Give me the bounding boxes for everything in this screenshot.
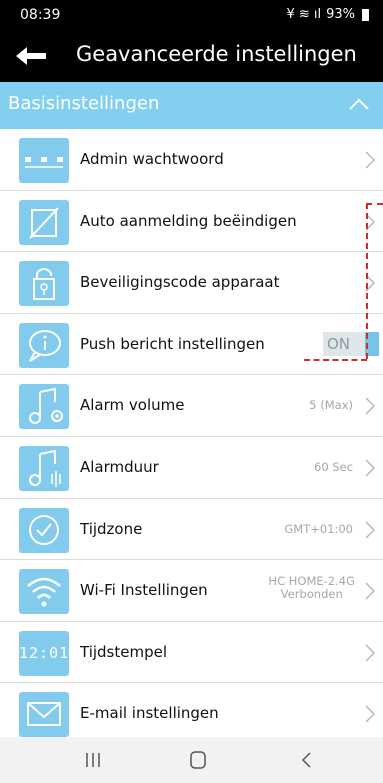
row-label: Admin wachtwoord (80, 150, 224, 168)
digital-clock-icon: 12:01 (19, 630, 70, 676)
auto-login-icon (19, 199, 69, 245)
row-label: Push bericht instellingen (80, 334, 265, 353)
row-value: 5 (Max) (309, 398, 353, 413)
music-settings-icon (19, 384, 69, 430)
row-push-bericht[interactable]: Push bericht instellingen ON (0, 313, 383, 376)
row-auto-aanmelding[interactable]: Auto aanmelding beëindigen (0, 190, 383, 253)
app-header: Geavanceerde instellingen (0, 30, 383, 82)
chevron-up-icon[interactable] (347, 92, 371, 116)
row-label: Tijdstempel (80, 642, 168, 661)
settings-list: Admin wachtwoord Auto aanmelding beëindi… (0, 129, 383, 745)
back-icon[interactable] (292, 749, 322, 771)
row-label: Alarmduur (80, 457, 159, 476)
page-title: Geavanceerde instellingen (76, 42, 357, 66)
row-tijdstempel[interactable]: 12:01 Tijdstempel (0, 621, 383, 684)
lock-icon (19, 261, 69, 307)
row-label: Beveiligingscode apparaat (80, 273, 280, 292)
system-nav-bar (0, 737, 383, 783)
row-tijdzone[interactable]: Tijdzone GMT+01:00 (0, 498, 383, 561)
row-label: Auto aanmelding beëindigen (80, 211, 297, 230)
digital-clock-text: 12:01 (19, 643, 70, 662)
row-value: 60 Sec (314, 459, 353, 474)
row-value: GMT+01:00 (284, 521, 353, 536)
wifi-connection: Verbonden (280, 587, 343, 602)
toggle-label: ON (327, 334, 351, 353)
chevron-right-icon (365, 459, 376, 477)
row-alarmduur[interactable]: Alarmduur 60 Sec (0, 436, 383, 499)
highlight-annotation-top (366, 203, 383, 205)
recents-icon[interactable] (78, 749, 108, 771)
wifi-status: HC HOME-2.4G Verbonden (268, 575, 355, 601)
signal-icon: ¥ ≋ ıl (286, 7, 322, 22)
chevron-right-icon (365, 582, 376, 600)
row-beveiligingscode[interactable]: Beveiligingscode apparaat (0, 252, 383, 314)
clock-check-icon (19, 507, 69, 553)
home-icon[interactable] (183, 749, 213, 771)
battery-icon (362, 8, 369, 21)
music-vibrate-icon (19, 445, 69, 491)
highlight-annotation-right (366, 203, 368, 359)
chevron-right-icon (365, 397, 376, 415)
row-label: Alarm volume (80, 396, 185, 415)
row-email[interactable]: E-mail instellingen (0, 683, 383, 745)
row-label: Tijdzone (80, 519, 143, 538)
chevron-right-icon (365, 521, 376, 539)
chevron-right-icon (365, 644, 376, 662)
row-wifi[interactable]: Wi-Fi Instellingen HC HOME-2.4G Verbonde… (0, 560, 383, 622)
status-time: 08:39 (20, 7, 61, 23)
battery-percent: 93% (326, 7, 355, 22)
chevron-right-icon (365, 151, 376, 169)
mail-icon (19, 692, 69, 738)
row-label: Wi-Fi Instellingen (80, 581, 208, 600)
chevron-right-icon (365, 705, 376, 723)
section-label: Basisinstellingen (8, 93, 160, 114)
status-icons: ¥ ≋ ıl 93% (286, 7, 369, 22)
chat-info-icon (19, 322, 69, 368)
status-bar: 08:39 ¥ ≋ ıl 93% (0, 0, 383, 30)
row-admin-wachtwoord[interactable]: Admin wachtwoord (0, 129, 383, 191)
section-header-basisinstellingen[interactable]: Basisinstellingen (0, 82, 383, 129)
row-label: E-mail instellingen (80, 704, 219, 723)
wifi-icon (19, 569, 69, 615)
dots-icon (19, 138, 69, 183)
back-arrow-icon[interactable] (14, 44, 48, 68)
row-alarm-volume[interactable]: Alarm volume 5 (Max) (0, 375, 383, 437)
highlight-annotation-bottom (304, 359, 367, 361)
push-toggle[interactable]: ON (323, 331, 379, 356)
